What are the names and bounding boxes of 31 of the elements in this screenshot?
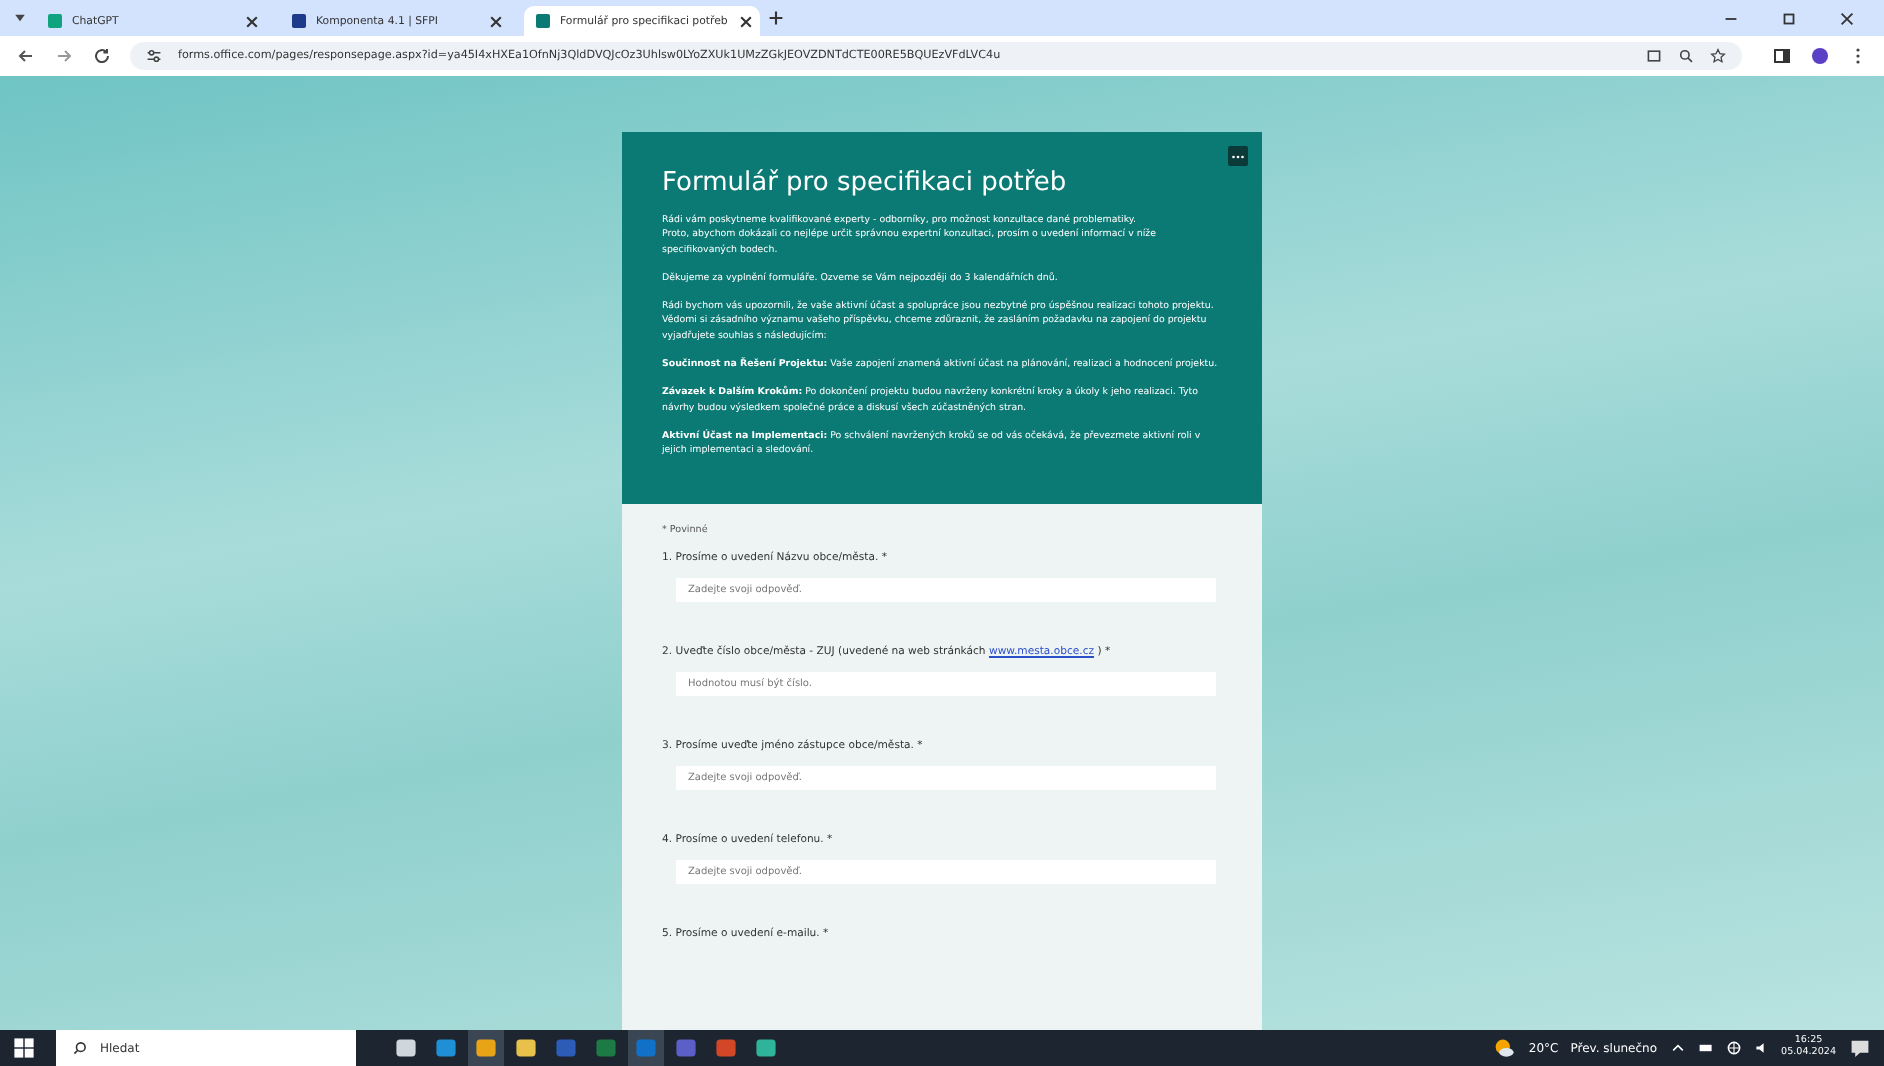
- favicon-icon: [536, 14, 550, 28]
- form-title: Formulář pro specifikaci potřeb: [662, 168, 1069, 198]
- zoom-icon[interactable]: [1678, 48, 1694, 64]
- side-panel-icon[interactable]: [1772, 46, 1792, 66]
- weather-icon[interactable]: [1492, 1036, 1517, 1060]
- favicon-icon: [48, 14, 62, 28]
- caret-icon[interactable]: [12, 10, 28, 26]
- plus-icon[interactable]: [768, 10, 784, 26]
- close-icon[interactable]: [488, 13, 504, 29]
- forward-arrow-icon[interactable]: [54, 46, 74, 66]
- avatar-icon[interactable]: [1810, 46, 1830, 66]
- install-app-icon[interactable]: [1646, 48, 1662, 64]
- star-icon[interactable]: [1710, 48, 1726, 64]
- reload-icon[interactable]: [92, 46, 112, 66]
- more-icon: [1230, 153, 1246, 159]
- taskbar-app[interactable]: [468, 1030, 504, 1066]
- restore-icon[interactable]: [1780, 9, 1798, 27]
- speaker-icon[interactable]: [1753, 1040, 1770, 1056]
- close-icon[interactable]: [1838, 9, 1856, 27]
- chevron-up-icon[interactable]: [1669, 1040, 1686, 1056]
- favicon-icon: [292, 14, 306, 28]
- site-settings-icon[interactable]: [146, 48, 162, 64]
- battery-icon[interactable]: [1697, 1040, 1714, 1056]
- close-icon[interactable]: [244, 13, 260, 29]
- windows-start-icon[interactable]: [12, 1036, 36, 1060]
- globe-icon[interactable]: [1725, 1040, 1742, 1056]
- back-arrow-icon[interactable]: [16, 46, 36, 66]
- notification-icon[interactable]: [1848, 1036, 1872, 1060]
- search-icon: [72, 1040, 88, 1056]
- more-button[interactable]: [1228, 146, 1248, 166]
- close-icon[interactable]: [737, 13, 754, 29]
